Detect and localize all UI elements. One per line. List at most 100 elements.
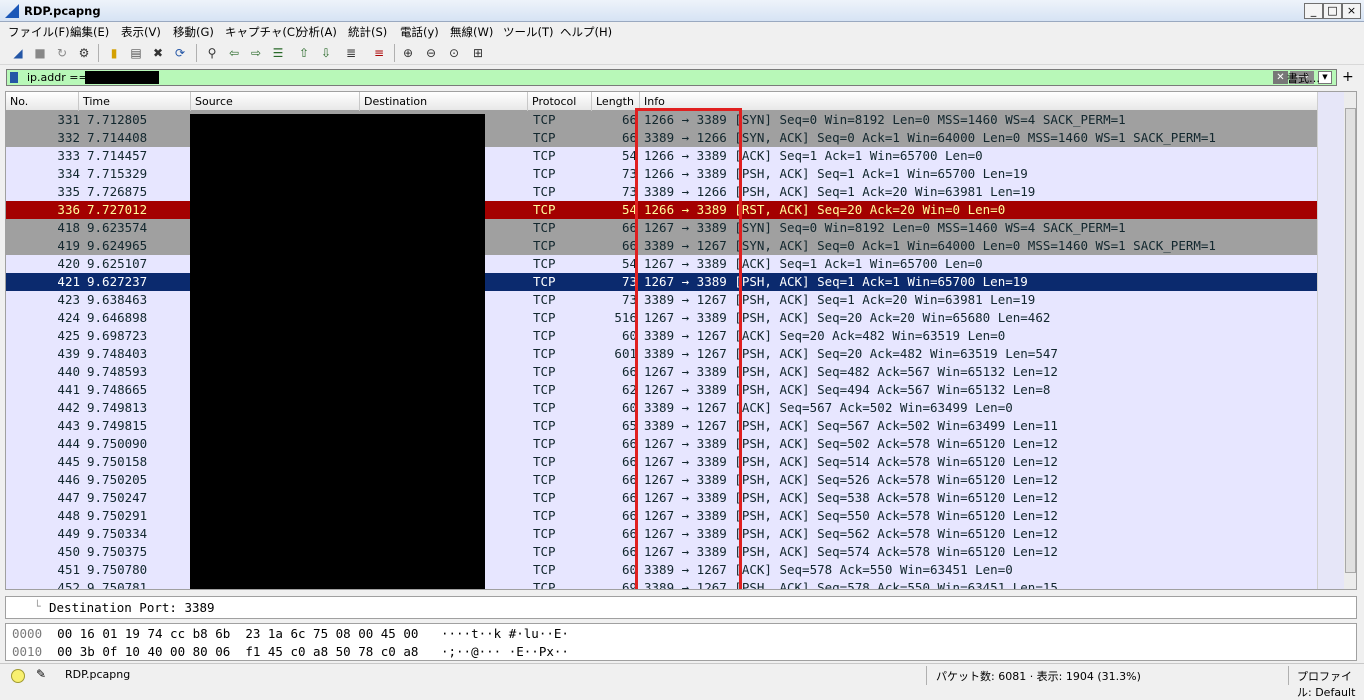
packet-length: 65 [621,418,637,433]
menu-tools[interactable]: ツール(T) [503,24,554,40]
packet-info: 1267 → 3389 [PSH, ACK] Seq=494 Ack=567 W… [644,382,1051,397]
status-filename: RDP.pcapng [65,668,131,681]
packet-time: 9.627237 [87,274,148,289]
menu-file[interactable]: ファイル(F) [8,24,70,40]
colorize-icon[interactable]: ≡ [371,45,387,61]
menu-analyze[interactable]: 分析(A) [297,24,337,40]
expressions-button[interactable]: 書式… [1287,70,1320,86]
filter-history-dropdown-icon[interactable]: ▼ [1318,71,1332,84]
zoom-in-icon[interactable]: ⊕ [400,45,416,61]
packet-length: 66 [621,238,637,253]
packet-length: 66 [621,508,637,523]
menu-view[interactable]: 表示(V) [121,24,161,40]
go-back-icon[interactable]: ⇦ [226,45,242,61]
clear-filter-icon[interactable]: ✕ [1273,71,1288,84]
packet-minimap[interactable] [1318,92,1344,589]
display-filter-input[interactable]: ip.addr == [27,71,88,84]
start-capture-icon[interactable]: ◢ [10,45,26,61]
packet-protocol: TCP [533,382,556,397]
go-forward-icon[interactable]: ⇨ [248,45,264,61]
capture-options-icon[interactable]: ⚙ [76,45,92,61]
reload-file-icon[interactable]: ⟳ [172,45,188,61]
packet-time: 9.748593 [87,364,148,379]
packet-protocol: TCP [533,364,556,379]
packet-protocol: TCP [533,220,556,235]
packet-info: 1267 → 3389 [PSH, ACK] Seq=538 Ack=578 W… [644,490,1058,505]
packet-details: └ Destination Port: 3389 [5,596,1357,619]
packet-info: 1267 → 3389 [ACK] Seq=1 Ack=1 Win=65700 … [644,256,983,271]
menu-telephony[interactable]: 電話(y) [400,24,439,40]
packet-number: 420 [57,256,80,271]
packet-length: 54 [621,202,637,217]
go-last-icon[interactable]: ⇩ [318,45,334,61]
packet-number: 423 [57,292,80,307]
close-file-icon[interactable]: ✖ [150,45,166,61]
menu-help[interactable]: ヘルプ(H) [560,24,612,40]
add-filter-button[interactable]: + [1342,69,1354,85]
capture-comment-icon[interactable]: ✎ [36,667,46,681]
packet-protocol: TCP [533,148,556,163]
save-file-icon[interactable]: ▤ [128,45,144,61]
packet-protocol: TCP [533,580,556,590]
column-destination[interactable]: Destination [360,92,528,111]
restart-capture-icon[interactable]: ↻ [54,45,70,61]
display-filter-bar[interactable]: ip.addr == ✕ ⟹ ▼ [6,69,1337,86]
packet-time: 7.715329 [87,166,148,181]
menu-go[interactable]: 移動(G) [173,24,214,40]
expert-info-icon[interactable] [11,669,25,683]
status-profile[interactable]: プロファイル: Default [1297,668,1364,700]
wireshark-icon [5,4,19,18]
column-source[interactable]: Source [191,92,360,111]
column-length[interactable]: Length [592,92,640,111]
filter-bookmark-icon[interactable] [10,72,18,83]
close-button[interactable]: × [1342,3,1361,19]
scrollbar-thumb[interactable] [1345,108,1356,573]
menu-wireless[interactable]: 無線(W) [450,24,493,40]
packet-protocol: TCP [533,346,556,361]
column-time[interactable]: Time [79,92,191,111]
packet-length: 60 [621,562,637,577]
packet-info: 1267 → 3389 [PSH, ACK] Seq=482 Ack=567 W… [644,364,1058,379]
column-protocol[interactable]: Protocol [528,92,592,111]
packet-number: 448 [57,508,80,523]
packet-number: 451 [57,562,80,577]
resize-columns-icon[interactable]: ⊞ [470,45,486,61]
go-to-packet-icon[interactable]: ☰ [270,45,286,61]
menu-statistics[interactable]: 統計(S) [348,24,387,40]
packet-time: 9.698723 [87,328,148,343]
packet-protocol: TCP [533,328,556,343]
packet-protocol: TCP [533,472,556,487]
packet-length: 73 [621,166,637,181]
vertical-scrollbar[interactable] [1344,92,1356,589]
open-file-icon[interactable]: ▮ [106,45,122,61]
packet-protocol: TCP [533,436,556,451]
menu-edit[interactable]: 編集(E) [70,24,109,40]
go-first-icon[interactable]: ⇧ [296,45,312,61]
packet-number: 452 [57,580,80,590]
window-title: RDP.pcapng [24,4,101,18]
autoscroll-icon[interactable]: ≣ [343,45,359,61]
packet-time: 7.726875 [87,184,148,199]
column-no[interactable]: No. [6,92,79,111]
packet-info: 3389 → 1267 [PSH, ACK] Seq=1 Ack=20 Win=… [644,292,1036,307]
maximize-button[interactable]: □ [1323,3,1342,19]
find-packet-icon[interactable]: ⚲ [204,45,220,61]
zoom-out-icon[interactable]: ⊖ [423,45,439,61]
main-toolbar: ◢ ■ ↻ ⚙ ▮ ▤ ✖ ⟳ ⚲ ⇦ ⇨ ☰ ⇧ ⇩ ≣ ≡ ⊕ ⊖ ⊙ ⊞ [0,40,1364,65]
packet-number: 445 [57,454,80,469]
packet-info: 3389 → 1266 [SYN, ACK] Seq=0 Ack=1 Win=6… [644,130,1216,145]
zoom-reset-icon[interactable]: ⊙ [446,45,462,61]
detail-destination-port[interactable]: Destination Port: 3389 [49,600,215,615]
minimize-button[interactable]: _ [1304,3,1323,19]
packet-number: 442 [57,400,80,415]
packet-time: 9.750781 [87,580,148,590]
packet-info: 1267 → 3389 [PSH, ACK] Seq=562 Ack=578 W… [644,526,1058,541]
packet-list-scrollbar[interactable] [1317,92,1356,589]
menu-bar: ファイル(F) 編集(E) 表示(V) 移動(G) キャプチャ(C) 分析(A)… [0,22,1364,40]
packet-length: 54 [621,148,637,163]
packet-length: 601 [614,346,637,361]
stop-capture-icon[interactable]: ■ [32,45,48,61]
menu-capture[interactable]: キャプチャ(C) [225,24,299,40]
packet-length: 73 [621,274,637,289]
packet-info: 1267 → 3389 [PSH, ACK] Seq=514 Ack=578 W… [644,454,1058,469]
